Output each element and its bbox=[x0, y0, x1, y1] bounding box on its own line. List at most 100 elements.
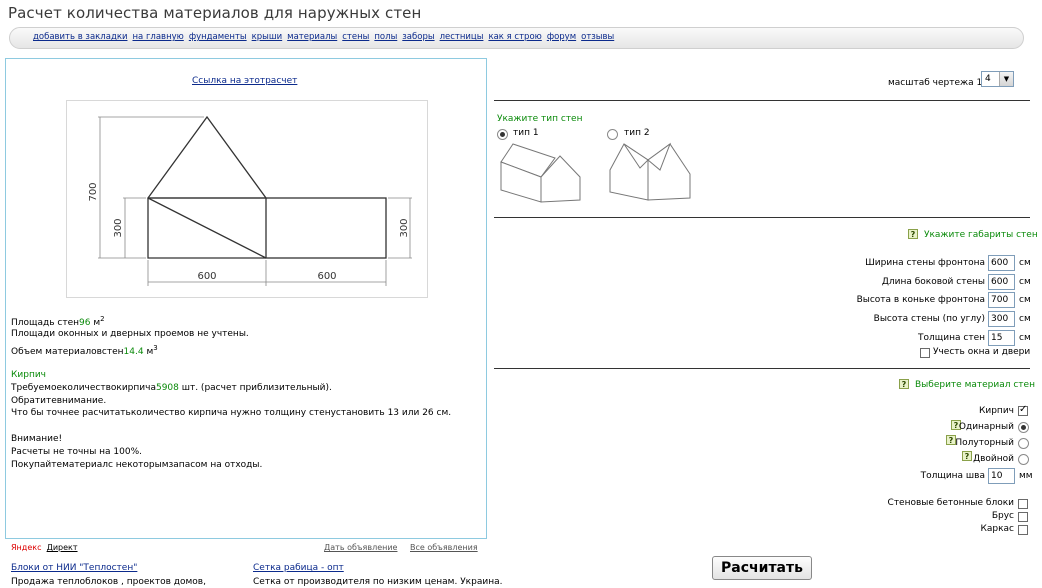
divider bbox=[494, 217, 1030, 218]
wall-height-input[interactable] bbox=[988, 311, 1015, 327]
gable-width-label: Ширина стены фронтона bbox=[865, 258, 985, 268]
nav-link-foundations[interactable]: фундаменты bbox=[189, 32, 247, 42]
volume-value: 14.4 bbox=[123, 347, 144, 357]
area-line: Площадь стен96 м2 bbox=[11, 315, 105, 328]
single-brick-radio[interactable] bbox=[1018, 422, 1029, 433]
nav-link-forum[interactable]: форум bbox=[547, 32, 576, 42]
help-icon[interactable]: ? bbox=[962, 451, 972, 461]
nav-link-reviews[interactable]: отзывы bbox=[581, 32, 614, 42]
house-type-1-icon bbox=[500, 143, 581, 203]
brick-req-prefix: Требуемоеколичествокирпича bbox=[11, 383, 156, 393]
area-value: 96 bbox=[79, 318, 91, 328]
volume-label: Объем материаловстен bbox=[11, 347, 124, 357]
calc-link[interactable]: Ссылка на этотрасчет bbox=[192, 76, 297, 86]
frame-label: Каркас bbox=[980, 524, 1014, 534]
help-icon[interactable]: ? bbox=[908, 229, 918, 239]
type-1-label: тип 1 bbox=[513, 128, 539, 138]
warning-line-2: Покупайтематериалс некоторымзапасом на о… bbox=[11, 460, 263, 470]
page-title: Расчет количества материалов для наружны… bbox=[8, 4, 422, 22]
brick-req-value: 5908 bbox=[155, 383, 179, 393]
checkmark-icon: ✓ bbox=[1019, 404, 1028, 415]
divider bbox=[494, 368, 1030, 369]
gable-width-unit: см bbox=[1019, 258, 1031, 268]
ad-2-title[interactable]: Сетка рабица - опт bbox=[253, 563, 344, 573]
double-brick-label: Двойной bbox=[973, 454, 1014, 464]
divider bbox=[494, 100, 1030, 101]
dim-600-side-label: 600 bbox=[317, 271, 336, 282]
nav-link-walls[interactable]: стены bbox=[342, 32, 369, 42]
yandex-logo: Яндекс bbox=[11, 543, 42, 552]
scale-select[interactable]: 4 ▼ bbox=[981, 71, 1014, 87]
timber-label: Брус bbox=[991, 511, 1014, 521]
side-length-label: Длина боковой стены bbox=[881, 277, 985, 287]
side-length-input[interactable] bbox=[988, 274, 1015, 290]
brick-checkbox[interactable]: ✓ bbox=[1018, 404, 1028, 416]
double-brick-radio[interactable] bbox=[1018, 454, 1029, 465]
note-heading: Обратитевнимание. bbox=[11, 396, 107, 406]
dim-300-right-label: 300 bbox=[399, 218, 410, 237]
nav-links: добавить в закладки на главную фундаменты к… bbox=[33, 32, 619, 42]
brick-heading: Кирпич bbox=[11, 370, 47, 380]
material-heading: Выберите материал стен bbox=[915, 380, 1035, 390]
wall-height-label: Высота стены (по углу) bbox=[873, 314, 985, 324]
wall-height-unit: см bbox=[1019, 314, 1031, 324]
concrete-blocks-label: Стеновые бетонные блоки bbox=[887, 498, 1014, 508]
ad-1-title[interactable]: Блоки от НИИ "Теплостен" bbox=[11, 563, 137, 573]
single-brick-label: Одинарный bbox=[958, 422, 1014, 432]
wall-thickness-label: Толщина стен bbox=[918, 333, 985, 343]
yandex-direct: Яндекс Директ bbox=[11, 543, 78, 552]
dim-300-left-label: 300 bbox=[113, 218, 124, 237]
ad-1-text: Продажа теплоблоков , проектов домов, bbox=[11, 577, 206, 587]
type-2-label: тип 2 bbox=[624, 128, 650, 138]
ridge-height-unit: см bbox=[1019, 295, 1031, 305]
nav-link-how-i-build[interactable]: как я строю bbox=[488, 32, 541, 42]
type-2-radio[interactable] bbox=[607, 129, 618, 140]
brick-label: Кирпич bbox=[978, 406, 1014, 416]
nav-link-bookmark[interactable]: добавить в закладки bbox=[33, 32, 127, 42]
scale-value: 4 bbox=[985, 74, 991, 84]
type-1-radio[interactable] bbox=[497, 129, 508, 140]
one-half-brick-radio[interactable] bbox=[1018, 438, 1029, 449]
nav-link-floors[interactable]: полы bbox=[374, 32, 397, 42]
brick-requirement: Требуемоеколичествокирпича5908 шт. (расч… bbox=[11, 383, 332, 393]
dim-600-gable-label: 600 bbox=[197, 271, 216, 282]
volume-unit-sup: 3 bbox=[153, 344, 158, 352]
seam-unit: мм bbox=[1019, 471, 1033, 481]
one-half-brick-label: Полуторный bbox=[955, 438, 1014, 448]
nav-link-stairs[interactable]: лестницы bbox=[440, 32, 484, 42]
nav-link-materials[interactable]: материалы bbox=[287, 32, 337, 42]
wall-type-heading: Укажите тип стен bbox=[497, 114, 583, 124]
ad-2-text: Сетка от производителя по низким ценам. … bbox=[253, 577, 503, 587]
concrete-blocks-checkbox[interactable] bbox=[1018, 499, 1028, 509]
dims-heading: Укажите габариты стен bbox=[924, 230, 1038, 240]
timber-checkbox[interactable] bbox=[1018, 512, 1028, 522]
chevron-down-icon: ▼ bbox=[999, 72, 1013, 86]
nav-link-roofs[interactable]: крыши bbox=[252, 32, 283, 42]
give-ad-link[interactable]: Дать объявление bbox=[324, 543, 397, 552]
nav-link-home[interactable]: на главную bbox=[132, 32, 183, 42]
house-type-2-icon bbox=[609, 142, 691, 201]
direct-link[interactable]: Директ bbox=[47, 543, 78, 552]
all-ads-link[interactable]: Все объявления bbox=[410, 543, 478, 552]
nav-link-fences[interactable]: заборы bbox=[402, 32, 434, 42]
ridge-height-input[interactable] bbox=[988, 292, 1015, 308]
wall-thickness-input[interactable] bbox=[988, 330, 1015, 346]
gable-width-input[interactable] bbox=[988, 255, 1015, 271]
wall-thickness-unit: см bbox=[1019, 333, 1031, 343]
frame-checkbox[interactable] bbox=[1018, 525, 1028, 535]
scale-label: масштаб чертежа 1 : bbox=[888, 78, 989, 88]
seam-input[interactable] bbox=[988, 468, 1015, 484]
area-note: Площади оконных и дверных проемов не учт… bbox=[11, 329, 249, 339]
dim-700-label: 700 bbox=[88, 182, 99, 201]
wall-drawing: 700 300 300 600 600 bbox=[66, 100, 428, 298]
area-label: Площадь стен bbox=[11, 318, 80, 328]
seam-label: Толщина шва bbox=[920, 471, 985, 481]
volume-line: Объем материаловстен14.4 м3 bbox=[11, 344, 158, 357]
calculate-button[interactable]: Расчитать bbox=[712, 556, 812, 580]
openings-checkbox[interactable] bbox=[920, 348, 930, 358]
note-text: Что бы точнее расчитатьколичество кирпич… bbox=[11, 408, 452, 418]
help-icon[interactable]: ? bbox=[899, 379, 909, 389]
area-unit-sup: 2 bbox=[100, 315, 105, 323]
openings-label: Учесть окна и двери bbox=[933, 347, 1031, 357]
brick-req-suffix: шт. (расчет приблизительный). bbox=[178, 383, 332, 393]
